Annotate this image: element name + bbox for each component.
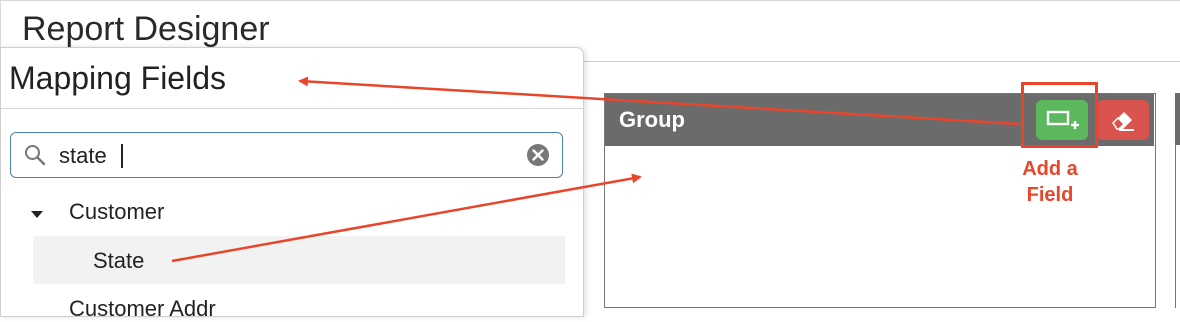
arrow-to-mapping-fields: [298, 76, 1021, 126]
arrow-state-to-group: [171, 173, 642, 263]
annotation-arrows: [171, 76, 1021, 263]
